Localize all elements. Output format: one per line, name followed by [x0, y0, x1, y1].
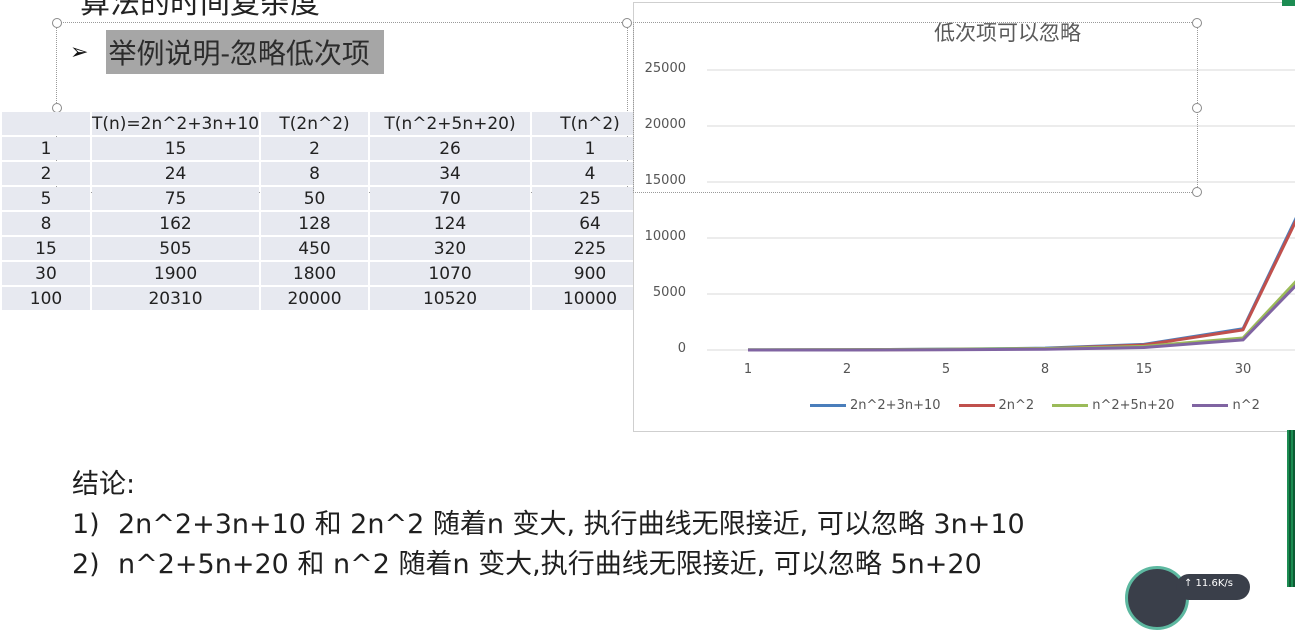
- table-header-cell: T(2n^2): [261, 112, 369, 135]
- x-tick-label: 8: [1040, 362, 1050, 377]
- legend-label: n^2+5n+20: [1092, 398, 1175, 413]
- conclusion-item-number: 2): [72, 549, 100, 580]
- legend-item[interactable]: 2n^2+3n+10: [810, 398, 941, 413]
- legend-label: 2n^2+3n+10: [850, 398, 941, 413]
- table-row: 15 505 450 320 225: [2, 237, 649, 260]
- conclusion-item-text: n^2+5n+20 和 n^2 随着n 变大,执行曲线无限接近, 可以忽略 5n…: [118, 549, 982, 580]
- conclusion-item-text: 2n^2+3n+10 和 2n^2 随着n 变大, 执行曲线无限接近, 可以忽略…: [118, 509, 1025, 540]
- table-header-cell: T(n)=2n^2+3n+10: [92, 112, 260, 135]
- conclusion-item-number: 1): [72, 509, 100, 540]
- legend-swatch: [1192, 404, 1229, 407]
- chart-legend: 2n^2+3n+10 2n^2 n^2+5n+20 n^2: [810, 398, 1278, 413]
- conclusion-block: 结论: 1) 2n^2+3n+10 和 2n^2 随着n 变大, 执行曲线无限接近…: [72, 466, 1025, 586]
- table-cell: 10000: [532, 287, 649, 310]
- y-tick-label: 10000: [644, 229, 686, 244]
- table-cell: 30: [2, 262, 90, 285]
- table-cell: 4: [532, 162, 649, 185]
- legend-swatch: [810, 404, 846, 407]
- resize-handle[interactable]: [1192, 103, 1202, 113]
- table-cell: 1070: [370, 262, 531, 285]
- table-cell: 1900: [92, 262, 260, 285]
- table-row: 5 75 50 70 25: [2, 187, 649, 210]
- table-cell: 24: [92, 162, 260, 185]
- table-header-cell: T(n^2): [532, 112, 649, 135]
- window-edge-strip: [1287, 430, 1295, 587]
- table-cell: 128: [261, 212, 369, 235]
- table-cell: 162: [92, 212, 260, 235]
- conclusion-item: 2) n^2+5n+20 和 n^2 随着n 变大,执行曲线无限接近, 可以忽略 …: [72, 546, 1025, 584]
- table-cell: 20000: [261, 287, 369, 310]
- window-edge-marker: [1282, 0, 1295, 6]
- legend-swatch: [958, 404, 995, 407]
- bullet-arrow-icon: ➢: [70, 39, 89, 65]
- subtitle-row: ➢ 举例说明-忽略低次项: [70, 30, 384, 74]
- table-cell: 5: [2, 187, 90, 210]
- table-cell: 225: [532, 237, 649, 260]
- table-cell: 8: [2, 212, 90, 235]
- table-cell: 1: [2, 137, 90, 160]
- resize-handle[interactable]: [1192, 18, 1202, 28]
- table-row: 100 20310 20000 10520 10000: [2, 287, 649, 310]
- table-cell: 26: [370, 137, 531, 160]
- table-cell: 450: [261, 237, 369, 260]
- table-row: 8 162 128 124 64: [2, 212, 649, 235]
- x-tick-label: 2: [842, 362, 852, 377]
- table-cell: 505: [92, 237, 260, 260]
- table-cell: 900: [532, 262, 649, 285]
- table-cell: 25: [532, 187, 649, 210]
- table-cell: 20310: [92, 287, 260, 310]
- conclusion-heading: 结论:: [72, 469, 136, 500]
- table-cell: 15: [2, 237, 90, 260]
- table-header-cell: [2, 112, 90, 135]
- network-speed-badge[interactable]: ↑ 11.6K/s: [1176, 574, 1250, 600]
- table-cell: 2: [2, 162, 90, 185]
- legend-item[interactable]: n^2: [1192, 398, 1260, 413]
- resize-handle[interactable]: [52, 18, 62, 28]
- table-cell: 70: [370, 187, 531, 210]
- table-header-cell: T(n^2+5n+20): [370, 112, 531, 135]
- table-cell: 10520: [370, 287, 531, 310]
- resize-handle[interactable]: [622, 18, 632, 28]
- conclusion-item: 1) 2n^2+3n+10 和 2n^2 随着n 变大, 执行曲线无限接近, 可以…: [72, 506, 1025, 544]
- table-row: 30 1900 1800 1070 900: [2, 262, 649, 285]
- legend-label: n^2: [1232, 398, 1260, 413]
- legend-item[interactable]: n^2+5n+20: [1052, 398, 1174, 413]
- resize-handle[interactable]: [1192, 187, 1202, 197]
- legend-item[interactable]: 2n^2: [958, 398, 1035, 413]
- table-cell: 100: [2, 287, 90, 310]
- network-monitor-icon[interactable]: [1125, 566, 1189, 630]
- table-cell: 8: [261, 162, 369, 185]
- x-tick-label: 1: [743, 362, 753, 377]
- table-cell: 34: [370, 162, 531, 185]
- legend-swatch: [1052, 404, 1089, 407]
- table-header-row: T(n)=2n^2+3n+10 T(2n^2) T(n^2+5n+20) T(n…: [2, 112, 649, 135]
- table-row: 1 15 2 26 1: [2, 137, 649, 160]
- chart-title-selection-box[interactable]: [633, 22, 1198, 193]
- table-row: 2 24 8 34 4: [2, 162, 649, 185]
- subtitle-text[interactable]: 举例说明-忽略低次项: [106, 30, 384, 74]
- legend-label: 2n^2: [998, 398, 1035, 413]
- table-cell: 75: [92, 187, 260, 210]
- table-cell: 320: [370, 237, 531, 260]
- table-cell: 15: [92, 137, 260, 160]
- y-tick-label: 5000: [652, 285, 686, 300]
- x-tick-label: 30: [1234, 362, 1252, 377]
- table-cell: 1800: [261, 262, 369, 285]
- x-tick-label: 15: [1135, 362, 1153, 377]
- table-cell: 64: [532, 212, 649, 235]
- y-tick-label: 0: [677, 341, 686, 356]
- table-cell: 2: [261, 137, 369, 160]
- table-cell: 1: [532, 137, 649, 160]
- x-tick-label: 5: [941, 362, 951, 377]
- table-cell: 50: [261, 187, 369, 210]
- complexity-table[interactable]: T(n)=2n^2+3n+10 T(2n^2) T(n^2+5n+20) T(n…: [0, 110, 650, 312]
- slide-title-cut: 算法的时间复杂度: [80, 0, 320, 21]
- table-cell: 124: [370, 212, 531, 235]
